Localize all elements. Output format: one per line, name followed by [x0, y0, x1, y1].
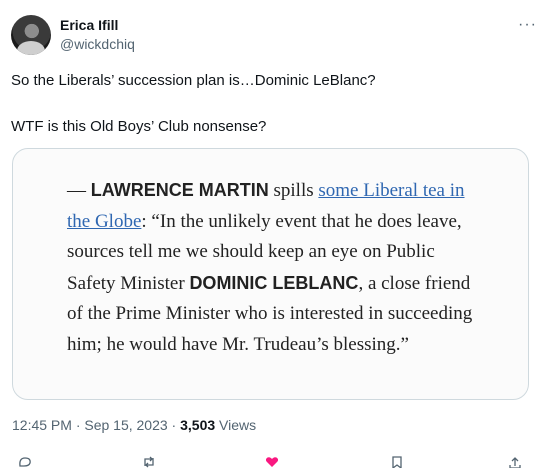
ellipsis-icon[interactable]: ···: [518, 16, 537, 34]
author-handle[interactable]: @wickdchiq: [60, 36, 135, 52]
quote-spills: spills: [268, 180, 319, 201]
action-bar: [0, 456, 551, 468]
tweet-meta: 12:45 PM · Sep 15, 2023 · 3,503 Views: [12, 417, 256, 433]
quote-dash: —: [67, 180, 91, 201]
timestamp[interactable]: 12:45 PM · Sep 15, 2023 ·: [12, 417, 180, 433]
author-name[interactable]: Erica Ifill: [60, 17, 118, 33]
tweet-text-line-2: WTF is this Old Boys’ Club nonsense?: [11, 118, 267, 135]
quote-name-2: DOMINIC LEBLANC: [189, 272, 359, 293]
tweet-image[interactable]: — LAWRENCE MARTIN spills some Liberal te…: [12, 148, 529, 400]
quote-name-1: LAWRENCE MARTIN: [90, 180, 269, 200]
quote-text: — LAWRENCE MARTIN spills some Liberal te…: [67, 175, 487, 360]
tweet-text-line-1: So the Liberals’ succession plan is…Domi…: [11, 72, 376, 89]
avatar[interactable]: [11, 15, 51, 55]
views-label: Views: [215, 417, 257, 433]
views-count: 3,503: [180, 417, 216, 433]
